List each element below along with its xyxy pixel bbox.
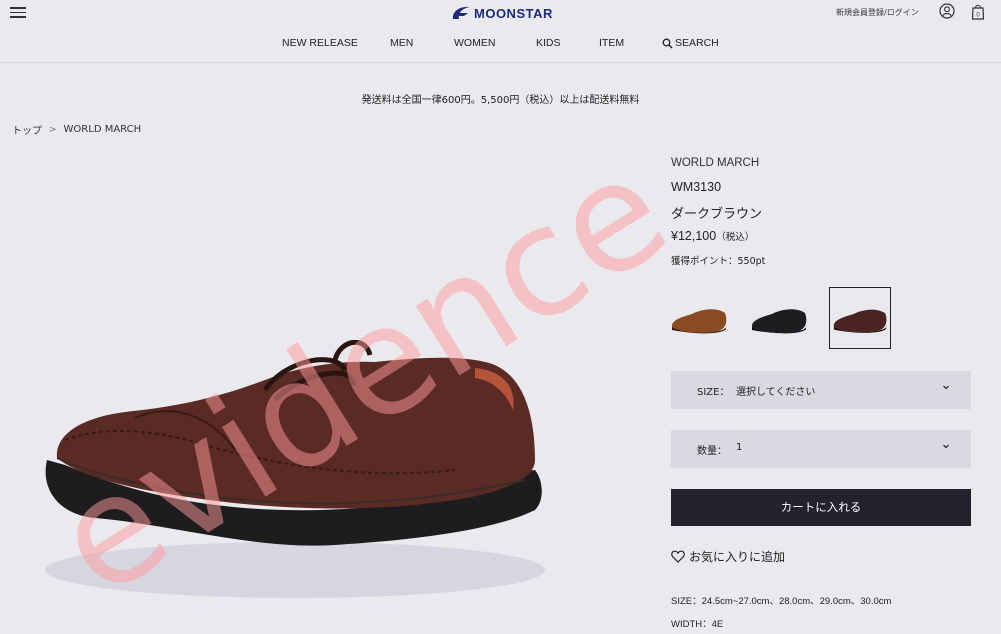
size-select-label: SIZE： [697, 387, 730, 398]
breadcrumb: トップ > WORLD MARCH [12, 122, 141, 137]
swatch-dark-brown-image [833, 309, 887, 333]
nav-search-label: SEARCH [675, 37, 719, 49]
nav-new-release[interactable]: NEW RELEASE [282, 37, 358, 49]
spec-width: WIDTH：4E [671, 619, 724, 630]
favorite-label: お気に入りに追加 [689, 550, 786, 564]
breadcrumb-current: WORLD MARCH [63, 124, 142, 135]
nav-women[interactable]: WOMEN [454, 37, 495, 49]
site-header: MOONSTAR 新規会員登録/ログイン 0 NEW RELEASE MEN W… [0, 0, 1001, 63]
quantity-select[interactable]: 数量： 1 [671, 430, 971, 468]
price-tax-note: （税込） [716, 232, 755, 243]
quantity-select-value: 1 [736, 442, 743, 453]
cart-bag-icon[interactable]: 0 [970, 3, 986, 20]
product-color-name: ダークブラウン [671, 207, 763, 222]
add-to-cart-button[interactable]: カートに入れる [671, 489, 971, 526]
price-value: ¥12,100 [671, 229, 717, 243]
product-model: WM3130 [671, 180, 722, 194]
global-nav: NEW RELEASE MEN WOMEN KIDS ITEM SEARCH [0, 37, 1001, 53]
color-swatch-dark-brown[interactable] [829, 287, 891, 349]
nav-kids[interactable]: KIDS [536, 37, 561, 49]
heart-icon [671, 550, 685, 563]
nav-item[interactable]: ITEM [599, 37, 624, 49]
shipping-notice: 発送料は全国一律600円。5,500円（税込）以上は配送料無料 [361, 95, 640, 106]
hamburger-menu-icon[interactable] [10, 5, 26, 19]
add-to-favorites-link[interactable]: お気に入りに追加 [671, 548, 785, 565]
product-main-image [45, 340, 545, 598]
user-account-icon[interactable] [939, 3, 955, 19]
logo-text: MOONSTAR [474, 5, 553, 21]
product-points: 獲得ポイント：550pt [671, 256, 766, 267]
spec-size: SIZE：24.5cm~27.0cm、28.0cm、29.0cm、30.0cm [671, 596, 892, 607]
svg-text:0: 0 [976, 13, 980, 19]
quantity-select-label: 数量： [697, 446, 727, 457]
login-link[interactable]: 新規会員登録/ログイン [836, 7, 919, 18]
chevron-down-icon [943, 385, 949, 390]
size-select-value: 選択してください [736, 387, 816, 398]
nav-search[interactable]: SEARCH [662, 37, 719, 49]
color-swatch-brown[interactable] [668, 287, 730, 349]
swatch-brown-image [671, 309, 727, 334]
color-swatch-black[interactable] [748, 287, 810, 349]
product-brand[interactable]: WORLD MARCH [671, 157, 971, 169]
moonstar-logo-icon [452, 6, 470, 19]
search-icon [662, 38, 673, 48]
product-info: WORLD MARCH [671, 155, 971, 169]
breadcrumb-separator: > [49, 124, 57, 135]
swatch-black-image [751, 309, 807, 334]
moonstar-logo[interactable]: MOONSTAR [450, 2, 553, 24]
size-select[interactable]: SIZE： 選択してください [671, 371, 971, 409]
product-price: ¥12,100（税込） [671, 229, 754, 243]
nav-men[interactable]: MEN [390, 37, 413, 49]
breadcrumb-home[interactable]: トップ [12, 122, 42, 137]
chevron-down-icon [943, 444, 949, 449]
